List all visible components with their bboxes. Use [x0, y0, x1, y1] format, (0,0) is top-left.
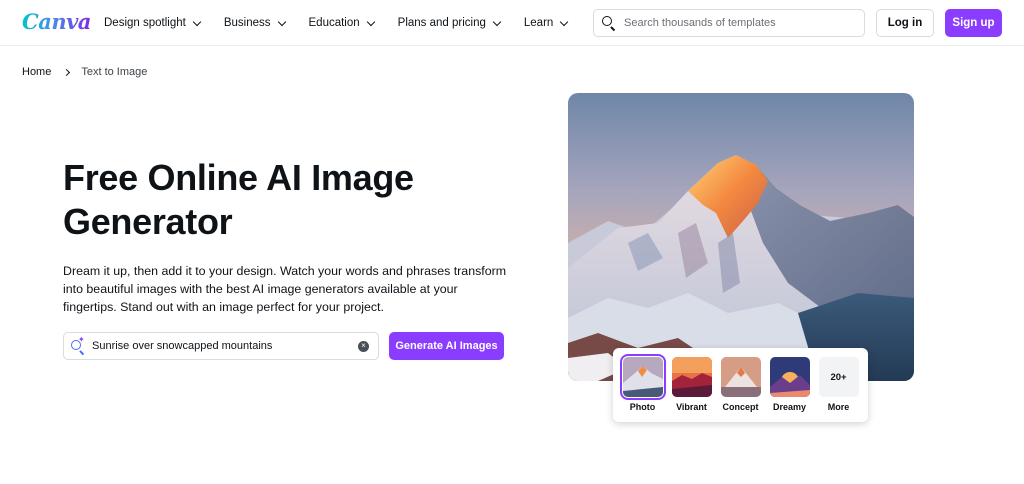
breadcrumb-home-link[interactable]: Home — [22, 66, 51, 78]
generate-ai-images-button[interactable]: Generate AI Images — [389, 332, 504, 360]
chevron-down-icon — [366, 17, 375, 26]
style-label: Dreamy — [772, 402, 807, 412]
chevron-down-icon — [560, 17, 569, 26]
chevron-down-icon — [192, 17, 202, 26]
breadcrumb: Home Text to Image — [22, 66, 147, 78]
nav-design-spotlight[interactable]: Design spotlight — [104, 17, 202, 29]
prompt-input-field[interactable]: ✦ Sunrise over snowcapped mountains × — [63, 332, 379, 360]
style-option-more[interactable]: 20+ More — [818, 357, 859, 412]
mountain-sunrise-image — [568, 93, 914, 381]
hero-description: Dream it up, then add it to your design.… — [63, 264, 507, 314]
prompt-input-value[interactable]: Sunrise over snowcapped mountains — [92, 340, 358, 352]
chevron-right-icon — [63, 68, 71, 76]
breadcrumb-current: Text to Image — [81, 66, 148, 78]
photo-thumbnail-icon — [619, 354, 666, 400]
nav-label: Education — [308, 17, 360, 29]
nav-label: Learn — [523, 17, 554, 29]
style-label: Photo — [629, 402, 656, 412]
concept-thumbnail-icon — [720, 357, 761, 397]
ai-search-icon: ✦ — [70, 336, 86, 356]
style-option-photo[interactable]: Photo — [619, 354, 666, 412]
chevron-down-icon — [492, 17, 502, 26]
nav-plans-and-pricing[interactable]: Plans and pricing — [397, 17, 502, 29]
nav-business[interactable]: Business — [223, 17, 286, 29]
style-option-concept[interactable]: Concept — [720, 357, 761, 412]
login-button[interactable]: Log in — [876, 9, 934, 37]
template-search-input[interactable] — [624, 17, 854, 29]
style-option-dreamy[interactable]: Dreamy — [769, 357, 810, 412]
style-label: More — [827, 402, 850, 412]
nav-label: Business — [223, 17, 271, 29]
search-icon — [601, 15, 617, 32]
chevron-down-icon — [277, 17, 286, 26]
style-option-vibrant[interactable]: Vibrant — [671, 357, 712, 412]
style-picker: Photo Vibrant Concept Dreamy 20+ More — [613, 348, 868, 422]
page-title: Free Online AI Image Generator — [63, 157, 414, 242]
nav-label: Plans and pricing — [397, 17, 486, 29]
main-nav: Design spotlight Business Education Plan… — [104, 0, 591, 46]
signup-button[interactable]: Sign up — [945, 9, 1002, 37]
canva-logo[interactable]: Canva — [22, 9, 91, 34]
style-label: Vibrant — [676, 402, 707, 412]
nav-label: Design spotlight — [104, 17, 186, 29]
more-styles-badge: 20+ — [818, 357, 859, 397]
top-navigation-bar: Canva Design spotlight Business Educatio… — [0, 0, 1024, 46]
dreamy-thumbnail-icon — [769, 357, 810, 397]
vibrant-thumbnail-icon — [671, 357, 712, 397]
clear-input-icon[interactable]: × — [358, 340, 369, 352]
nav-learn[interactable]: Learn — [523, 17, 569, 29]
template-search-box[interactable] — [593, 9, 865, 37]
nav-education[interactable]: Education — [308, 17, 375, 29]
style-label: Concept — [722, 402, 759, 412]
